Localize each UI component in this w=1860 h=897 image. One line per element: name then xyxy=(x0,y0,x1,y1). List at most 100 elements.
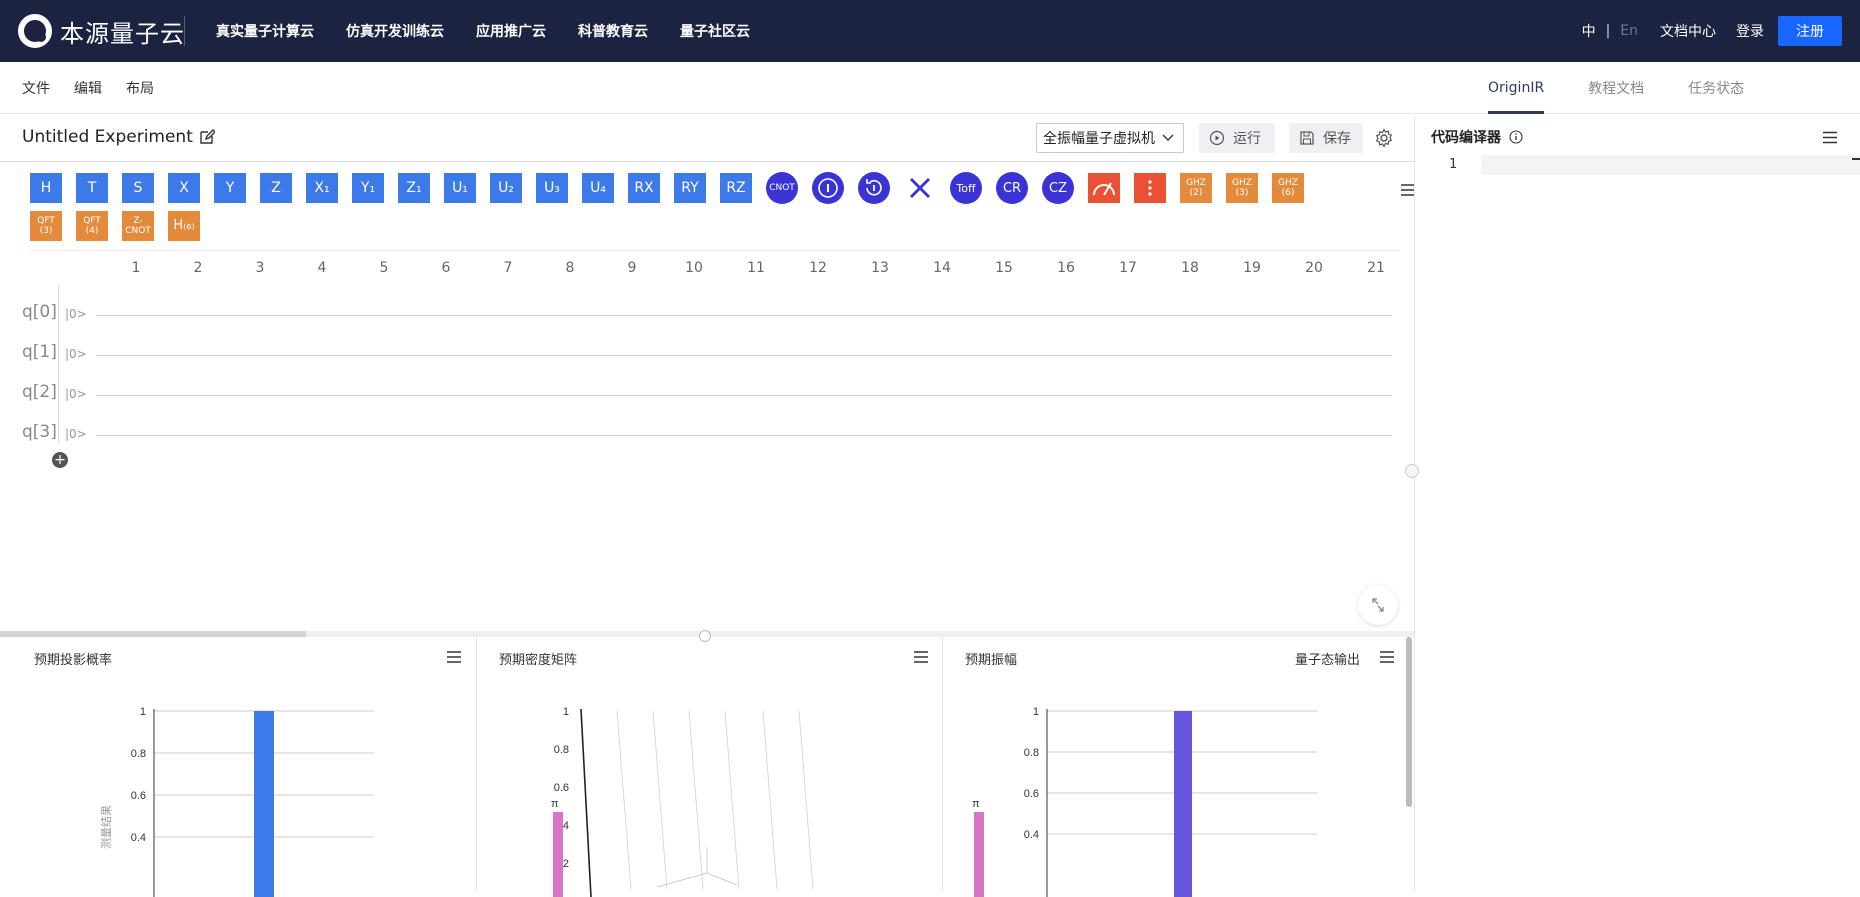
expand-button[interactable] xyxy=(1358,585,1398,625)
hamburger-menu-icon[interactable] xyxy=(1379,651,1395,663)
column-number: 13 xyxy=(871,260,889,276)
run-button[interactable]: 运行 xyxy=(1199,123,1275,153)
backend-select[interactable]: 全振幅量子虚拟机 xyxy=(1036,123,1184,153)
gate-ghz-2[interactable]: GHZ (2) xyxy=(1180,173,1212,203)
gate-qft-3[interactable]: QFT (3) xyxy=(30,211,62,241)
save-button[interactable]: 保存 xyxy=(1289,123,1363,153)
gate-rz[interactable]: RZ xyxy=(720,173,752,203)
tab-tutorial-docs[interactable]: 教程文档 xyxy=(1588,62,1644,114)
column-number: 3 xyxy=(255,260,265,276)
experiment-header: Untitled Experiment 全振幅量子虚拟机 运行 保存 xyxy=(0,115,1414,162)
gate-measure-i[interactable] xyxy=(812,172,844,204)
gate-u1[interactable]: U₁ xyxy=(444,173,476,203)
tab-task-status[interactable]: 任务状态 xyxy=(1688,62,1744,114)
editor-title-group: 代码编译器 xyxy=(1431,127,1523,147)
column-numbers: 1 2 3 4 5 6 7 8 9 10 11 12 13 14 15 16 1… xyxy=(0,260,1414,280)
gate-u2[interactable]: U₂ xyxy=(490,173,522,203)
qubit-row[interactable]: q[0] |0> xyxy=(0,295,1414,335)
code-editor-panel: 代码编译器 1 xyxy=(1414,115,1860,892)
doc-center-link[interactable]: 文档中心 xyxy=(1660,21,1716,41)
gate-z-cnot[interactable]: Z- CNOT xyxy=(122,211,154,241)
hamburger-menu-icon[interactable] xyxy=(1822,131,1838,144)
gate-u3[interactable]: U₃ xyxy=(536,173,568,203)
nav-application-cloud[interactable]: 应用推广云 xyxy=(476,21,546,41)
column-number: 19 xyxy=(1243,260,1261,276)
qubit-label: q[3] xyxy=(22,422,57,442)
menu-layout[interactable]: 布局 xyxy=(126,78,154,98)
gate-y[interactable]: Y xyxy=(214,173,246,203)
edit-icon[interactable] xyxy=(199,129,215,145)
gate-cr[interactable]: CR xyxy=(996,172,1028,204)
amplitude-panel: 预期振幅 量子态输出 1 0.8 0.6 0.4 π xyxy=(943,637,1413,897)
gate-x[interactable]: X xyxy=(168,173,200,203)
column-number: 15 xyxy=(995,260,1013,276)
gate-h-multi[interactable]: H₍₆₎ xyxy=(168,211,200,241)
panel-title: 预期投影概率 xyxy=(34,653,113,668)
lang-en[interactable]: En xyxy=(1620,23,1638,39)
bar xyxy=(254,711,274,897)
gate-t[interactable]: T xyxy=(76,173,108,203)
gate-s[interactable]: S xyxy=(122,173,154,203)
logo-divider xyxy=(184,16,185,46)
backend-select-value: 全振幅量子虚拟机 xyxy=(1043,131,1155,147)
qubit-wire[interactable] xyxy=(96,315,1392,316)
column-number: 2 xyxy=(193,260,203,276)
gate-y1[interactable]: Y₁ xyxy=(352,173,384,203)
menu-edit[interactable]: 编辑 xyxy=(74,78,102,98)
hamburger-menu-icon[interactable] xyxy=(913,651,929,663)
hamburger-menu-icon[interactable] xyxy=(446,651,462,663)
circuit-workspace: Untitled Experiment 全振幅量子虚拟机 运行 保存 H T S… xyxy=(0,115,1415,897)
y-tick-label: 0.4 xyxy=(131,832,146,844)
qubit-row[interactable]: q[1] |0> xyxy=(0,335,1414,375)
gate-qft-4[interactable]: QFT (4) xyxy=(76,211,108,241)
menu-file[interactable]: 文件 xyxy=(22,78,50,98)
gate-barrier[interactable] xyxy=(1134,173,1166,203)
gate-u4[interactable]: U₄ xyxy=(582,173,614,203)
gate-ghz-6[interactable]: GHZ (6) xyxy=(1272,173,1304,203)
panel-collapse-handle[interactable] xyxy=(1405,464,1419,478)
gate-z1[interactable]: Z₁ xyxy=(398,173,430,203)
gate-h[interactable]: H xyxy=(30,173,62,203)
lang-zh[interactable]: 中 xyxy=(1582,21,1596,41)
brand-logo[interactable]: 本源量子云 xyxy=(18,14,185,48)
y-tick-label: 0.6 xyxy=(1024,788,1039,800)
quantum-state-output-link[interactable]: 量子态输出 xyxy=(1295,649,1360,668)
nav-community-cloud[interactable]: 量子社区云 xyxy=(680,21,750,41)
gate-ghz-3[interactable]: GHZ (3) xyxy=(1226,173,1258,203)
gate-toffoli[interactable]: Toff xyxy=(950,172,982,204)
gate-cz[interactable]: CZ xyxy=(1042,172,1074,204)
vertical-scrollbar[interactable] xyxy=(1406,637,1412,807)
qubit-row[interactable]: q[3] |0> xyxy=(0,415,1414,455)
login-link[interactable]: 登录 xyxy=(1736,21,1764,41)
gate-x1[interactable]: X₁ xyxy=(306,173,338,203)
y-tick-label: 0.8 xyxy=(1024,747,1039,759)
nav-education-cloud[interactable]: 科普教育云 xyxy=(578,21,648,41)
qubit-label: q[2] xyxy=(22,382,57,402)
gate-z[interactable]: Z xyxy=(260,173,292,203)
gate-reset[interactable] xyxy=(858,172,890,204)
nav-real-quantum-cloud[interactable]: 真实量子计算云 xyxy=(216,21,314,41)
grid-line xyxy=(688,710,704,890)
tab-originir[interactable]: OriginIR xyxy=(1488,62,1545,114)
qubit-wire[interactable] xyxy=(96,435,1392,436)
gate-cnot[interactable]: CNOT xyxy=(766,172,798,204)
save-icon xyxy=(1300,131,1314,145)
column-number: 21 xyxy=(1367,260,1385,276)
info-icon[interactable] xyxy=(1509,130,1523,144)
editor-title: 代码编译器 xyxy=(1431,130,1501,146)
nav-simulation-cloud[interactable]: 仿真开发训练云 xyxy=(346,21,444,41)
qubit-wire[interactable] xyxy=(96,355,1392,356)
gate-measure[interactable] xyxy=(1088,173,1120,203)
code-input-line[interactable] xyxy=(1481,155,1860,175)
register-button[interactable]: 注册 xyxy=(1778,16,1842,46)
y-tick-label: 0.8 xyxy=(131,748,146,760)
gate-ry[interactable]: RY xyxy=(674,173,706,203)
qubit-wire[interactable] xyxy=(96,395,1392,396)
experiment-title: Untitled Experiment xyxy=(22,127,193,147)
gear-icon[interactable] xyxy=(1374,128,1394,148)
add-qubit-button[interactable]: + xyxy=(52,452,68,468)
qubit-row[interactable]: q[2] |0> xyxy=(0,375,1414,415)
gate-swap[interactable] xyxy=(904,173,936,203)
main-nav: 真实量子计算云 仿真开发训练云 应用推广云 科普教育云 量子社区云 xyxy=(216,0,750,62)
gate-rx[interactable]: RX xyxy=(628,173,660,203)
